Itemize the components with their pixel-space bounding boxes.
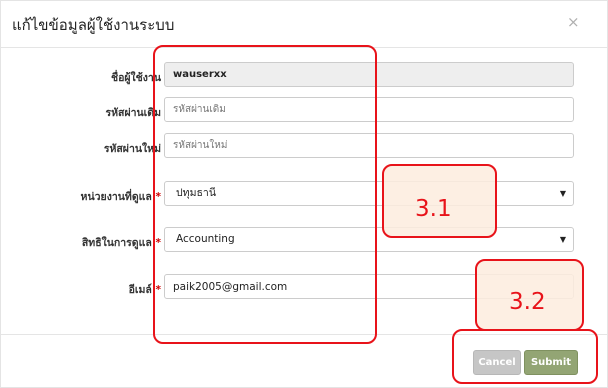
- dialog-title: แก้ไขข้อมูลผู้ใช้งานระบบ: [12, 16, 175, 34]
- username-label: ชื่อผู้ใช้งาน: [110, 72, 161, 84]
- dialog-header: แก้ไขข้อมูลผู้ใช้งานระบบ ×: [1, 1, 607, 48]
- caret-down-icon: ▼: [559, 189, 566, 198]
- email-label: อีเมล์ *: [1, 281, 161, 298]
- permission-label-text: สิทธิในการดูแล: [81, 237, 152, 249]
- caret-down-icon: ▼: [559, 235, 566, 244]
- annotation-fields-box: [153, 45, 377, 344]
- old-password-label: รหัสผ่านเดิม: [105, 107, 161, 119]
- annotation-label-3-2: 3.2: [509, 289, 546, 315]
- annotation-buttons-box: [452, 329, 598, 384]
- new-password-label: รหัสผ่านใหม่: [103, 143, 161, 155]
- annotation-label-3-1: 3.1: [415, 196, 452, 222]
- permission-label: สิทธิในการดูแล *: [1, 234, 161, 251]
- email-label-text: อีเมล์: [128, 284, 152, 296]
- unit-label-text: หน่วยงานที่ดูแล: [80, 191, 152, 203]
- close-icon[interactable]: ×: [567, 13, 580, 31]
- unit-label: หน่วยงานที่ดูแล *: [1, 188, 161, 205]
